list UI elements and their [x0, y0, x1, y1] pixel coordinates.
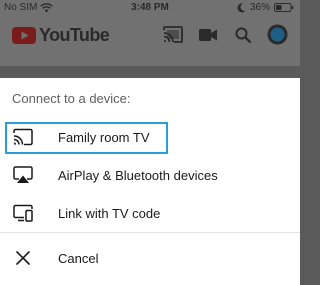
youtube-logo[interactable]: YouTube — [12, 25, 110, 46]
search-icon[interactable] — [235, 27, 251, 43]
cancel-button[interactable]: Cancel — [0, 239, 300, 277]
background-app: No SIM 3:48 PM 36% YouTube — [0, 0, 300, 66]
sheet-title: Connect to a device: — [12, 91, 131, 106]
device-option-family-room-tv[interactable]: Family room TV — [0, 118, 300, 156]
option-label: Family room TV — [58, 129, 150, 145]
screen: No SIM 3:48 PM 36% YouTube Connect to a … — [0, 0, 300, 285]
logo-text: YouTube — [39, 25, 110, 45]
battery-percent: 36% — [249, 2, 270, 13]
device-option-airplay-bluetooth[interactable]: AirPlay & Bluetooth devices — [0, 156, 300, 194]
tv-code-icon — [13, 204, 33, 222]
airplay-icon — [13, 166, 33, 183]
battery-icon — [274, 3, 294, 12]
moon-icon — [237, 2, 246, 12]
connect-device-sheet: Connect to a device: Family room TV AirP… — [0, 78, 300, 285]
option-label: Link with TV code — [58, 205, 161, 221]
app-header: YouTube — [0, 18, 300, 52]
cancel-label: Cancel — [58, 250, 99, 266]
account-icon[interactable] — [267, 24, 288, 45]
option-label: AirPlay & Bluetooth devices — [58, 167, 218, 183]
camera-icon[interactable] — [199, 29, 217, 41]
divider — [0, 232, 300, 233]
youtube-play-icon — [12, 27, 36, 44]
cast-icon — [13, 128, 33, 146]
status-bar: No SIM 3:48 PM 36% — [0, 0, 300, 16]
device-option-link-tv-code[interactable]: Link with TV code — [0, 194, 300, 232]
cast-icon[interactable] — [163, 26, 183, 43]
status-right: 36% — [237, 2, 294, 13]
close-icon — [16, 251, 30, 265]
